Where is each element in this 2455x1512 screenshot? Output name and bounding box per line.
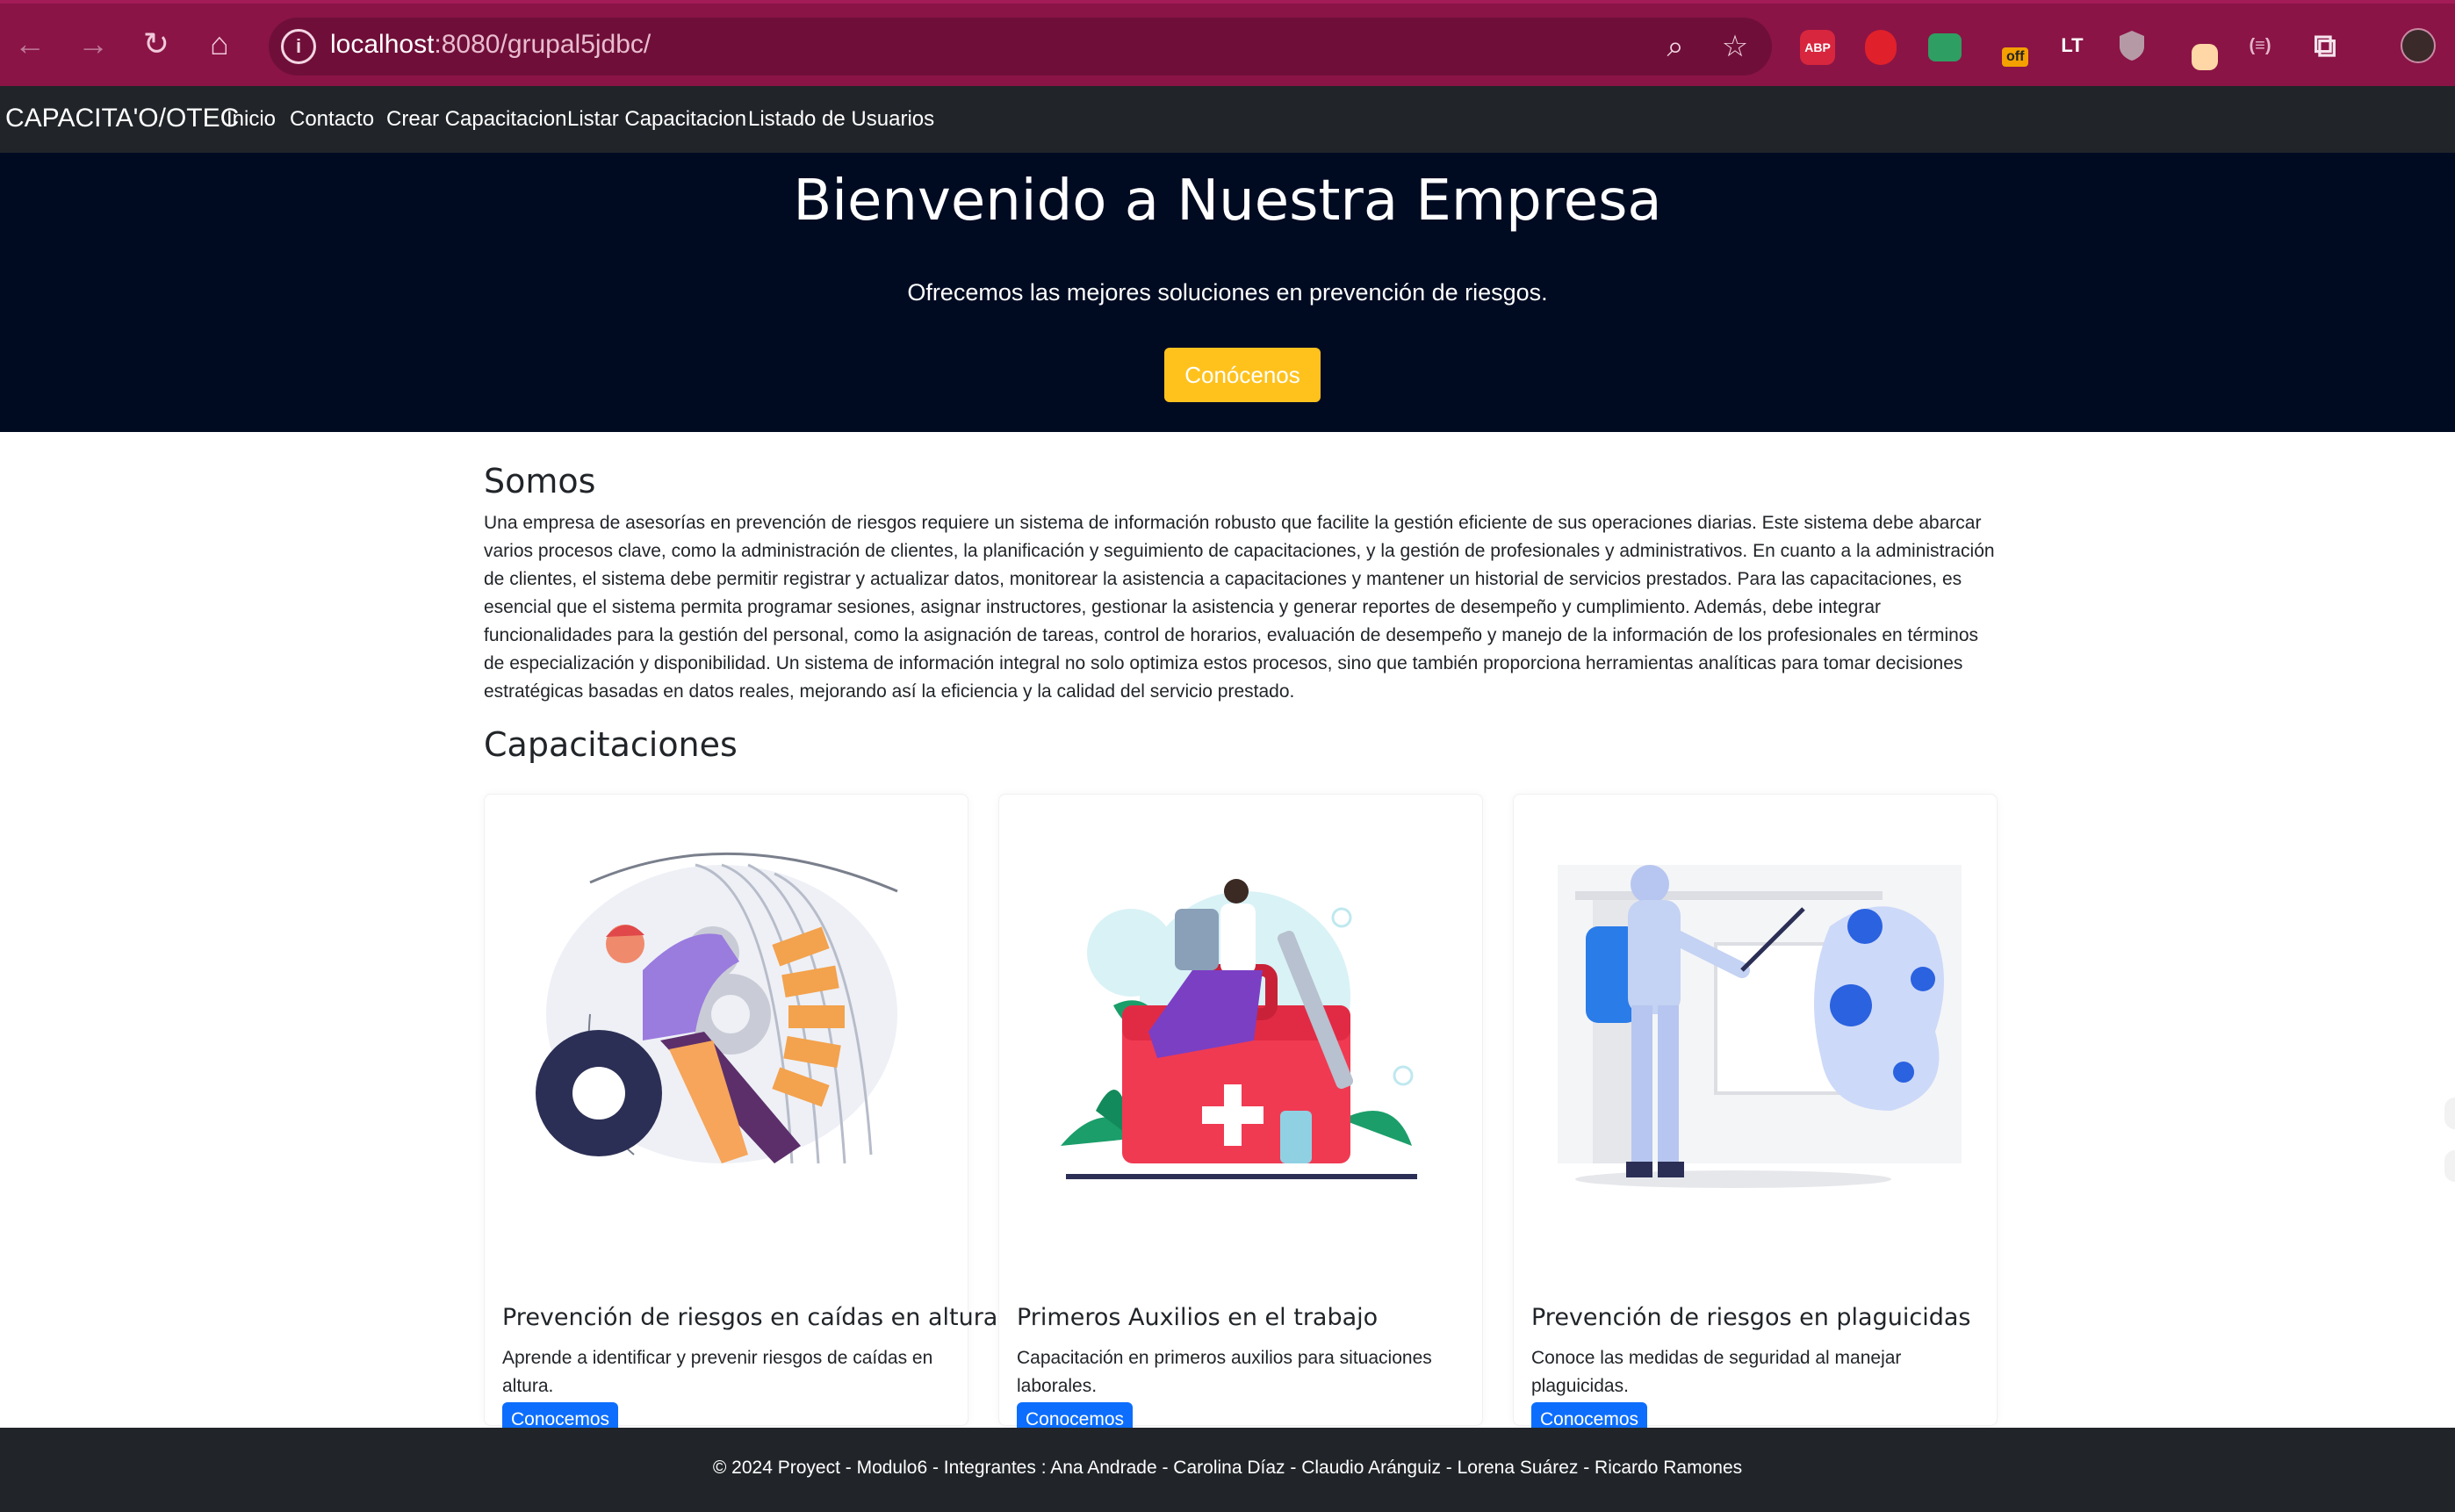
about-paragraph: Una empresa de asesorías en prevención d… xyxy=(484,513,1995,702)
adblock-extension-icon[interactable]: ABP xyxy=(1800,30,1835,65)
hero-section: Bienvenido a Nuestra Empresa Ofrecemos l… xyxy=(0,153,2455,432)
card-title: Prevención de riesgos en caídas en altur… xyxy=(502,1304,998,1331)
off-extension-icon[interactable]: off xyxy=(1993,30,2035,72)
footer-text: © 2024 Proyect - Modulo6 - Integrantes :… xyxy=(712,1458,1743,1478)
site-navbar: CAPACITA'O/OTEC Inicio Contacto Crear Ca… xyxy=(0,86,2455,153)
trainings-heading: Capacitaciones xyxy=(484,725,738,764)
mail-extension-icon[interactable] xyxy=(1928,33,1962,61)
training-card: Prevención de riesgos en caídas en altur… xyxy=(484,794,997,1437)
hero-title: Bienvenido a Nuestra Empresa xyxy=(793,169,1662,234)
card-title: Prevención de riesgos en plaguicidas xyxy=(1531,1304,1971,1331)
nav-link-contacto[interactable]: Contacto xyxy=(290,107,374,132)
url-text[interactable]: localhost:8080/grupal5jdbc/ xyxy=(330,30,651,60)
hero-subtitle: Ofrecemos las mejores soluciones en prev… xyxy=(907,279,1548,306)
training-card: Primeros Auxilios en el trabajo Capacita… xyxy=(998,794,1483,1437)
extensions-puzzle-icon[interactable]: ⧉ xyxy=(2304,25,2346,67)
forward-arrow-icon[interactable]: → xyxy=(72,23,114,65)
home-icon[interactable]: ⌂ xyxy=(198,23,241,65)
nav-link-listado-usuarios[interactable]: Listado de Usuarios xyxy=(748,107,934,132)
zoom-icon[interactable]: ⌕ xyxy=(1654,25,1696,68)
climber-illustration xyxy=(511,830,943,1199)
bookmark-star-icon[interactable]: ☆ xyxy=(1714,25,1756,68)
card-text: Capacitación en primeros auxilios para s… xyxy=(1017,1348,1432,1396)
card-text: Conoce las medidas de seguridad al manej… xyxy=(1531,1348,1902,1396)
side-scroll-control[interactable] xyxy=(2444,1150,2455,1182)
card-title: Primeros Auxilios en el trabajo xyxy=(1017,1304,1379,1331)
picker-extension-icon[interactable] xyxy=(2192,44,2218,70)
nav-link-inicio[interactable]: Inicio xyxy=(227,107,276,132)
training-card: Prevención de riesgos en plaguicidas Con… xyxy=(1513,794,1998,1437)
brand-logo-text[interactable]: CAPACITA'O/OTEC xyxy=(5,104,239,133)
languagetool-extension-icon[interactable]: LT xyxy=(2051,25,2093,67)
about-heading: Somos xyxy=(484,462,596,500)
url-path: :8080/grupal5jdbc/ xyxy=(434,30,652,59)
reload-icon[interactable]: ↻ xyxy=(135,23,177,65)
site-info-icon[interactable]: i xyxy=(281,29,316,64)
side-scroll-control[interactable] xyxy=(2444,1098,2455,1129)
nav-link-listar-capacitacion[interactable]: Listar Capacitacion xyxy=(567,107,746,132)
pesticide-illustration xyxy=(1540,830,1972,1199)
first-aid-illustration xyxy=(1026,830,1458,1199)
conocenos-button[interactable]: Conócenos xyxy=(1164,348,1321,402)
address-bar[interactable]: i localhost:8080/grupal5jdbc/ ⌕ ☆ xyxy=(269,18,1772,76)
site-footer: © 2024 Proyect - Modulo6 - Integrantes :… xyxy=(0,1428,2455,1512)
url-host: localhost xyxy=(330,30,435,59)
stop-hand-extension-icon[interactable] xyxy=(1865,30,1897,65)
off-badge: off xyxy=(2002,47,2029,67)
vpn-extension-icon[interactable] xyxy=(2111,25,2153,67)
profile-avatar[interactable] xyxy=(2401,28,2436,63)
card-text: Aprende a identificar y prevenir riesgos… xyxy=(502,1348,933,1396)
browser-toolbar: ← → ↻ ⌂ i localhost:8080/grupal5jdbc/ ⌕ … xyxy=(0,0,2455,86)
reader-extension-icon[interactable]: (≡) xyxy=(2239,25,2281,67)
nav-link-crear-capacitacion[interactable]: Crear Capacitacion xyxy=(386,107,566,132)
back-arrow-icon[interactable]: ← xyxy=(9,23,51,65)
